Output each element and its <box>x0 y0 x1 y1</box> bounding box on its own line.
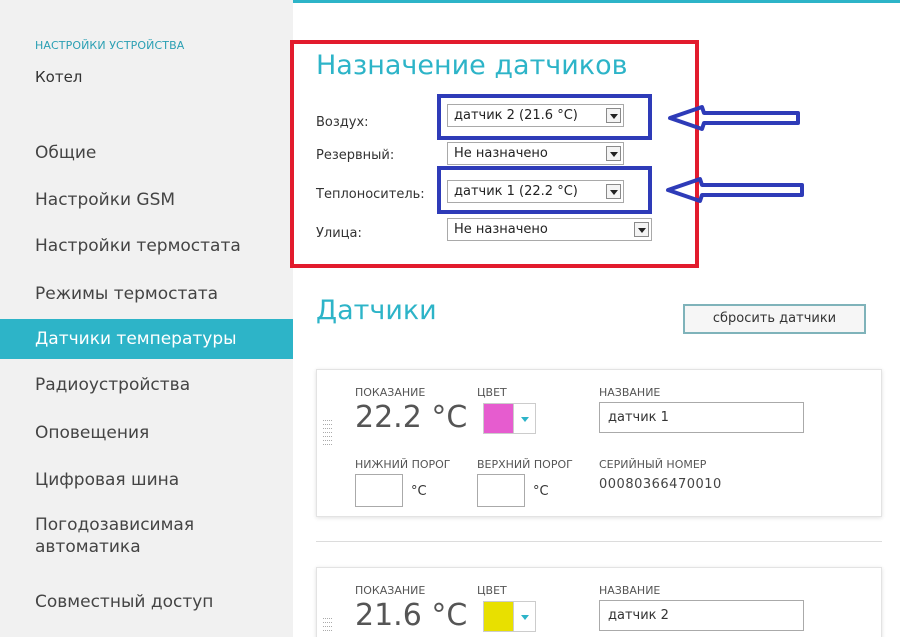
color-label: ЦВЕТ <box>477 584 507 597</box>
street-label: Улица: <box>316 226 362 241</box>
low-threshold-unit: °C <box>411 484 427 499</box>
street-sensor-select[interactable]: Не назначено <box>447 218 652 241</box>
reset-sensors-button[interactable]: сбросить датчики <box>683 304 866 334</box>
chevron-down-icon <box>634 222 649 237</box>
low-threshold-label: НИЖНИЙ ПОРОГ <box>355 458 451 471</box>
sensor-card: ПОКАЗАНИЕ 22.2 °C ЦВЕТ НАЗВАНИЕ датчик 1… <box>316 369 882 517</box>
sidebar-item-digital-bus[interactable]: Цифровая шина <box>0 460 293 500</box>
high-threshold-input[interactable] <box>477 474 525 507</box>
serial-label: СЕРИЙНЫЙ НОМЕР <box>599 458 707 471</box>
color-swatch[interactable] <box>483 403 514 434</box>
street-sensor-value: Не назначено <box>454 222 548 237</box>
color-dropdown[interactable] <box>514 601 536 632</box>
sidebar-item-radio-devices[interactable]: Радиоустройства <box>0 365 293 405</box>
top-accent-line <box>293 0 900 3</box>
sidebar-heading: НАСТРОЙКИ УСТРОЙСТВА <box>35 39 185 52</box>
sensor-reading: 21.6 °C <box>355 598 468 633</box>
sensor-name-input[interactable]: датчик 2 <box>599 600 804 631</box>
sidebar-item-shared-access[interactable]: Совместный доступ <box>0 582 293 622</box>
sidebar: НАСТРОЙКИ УСТРОЙСТВА Котел Общие Настрой… <box>0 0 293 637</box>
drag-handle-icon[interactable] <box>323 420 333 448</box>
sidebar-item-gsm[interactable]: Настройки GSM <box>0 180 293 220</box>
color-label: ЦВЕТ <box>477 386 507 399</box>
coolant-label: Теплоноситель: <box>316 187 425 202</box>
drag-handle-icon[interactable] <box>323 618 333 634</box>
color-dropdown[interactable] <box>514 403 536 434</box>
divider <box>316 541 882 542</box>
device-name: Котел <box>35 68 83 86</box>
air-highlight-box <box>437 94 652 140</box>
sidebar-item-weather-automation[interactable]: Погодозависимая автоматика <box>0 506 293 566</box>
air-label: Воздух: <box>316 115 369 130</box>
sensors-title: Датчики <box>316 295 437 326</box>
reading-label: ПОКАЗАНИЕ <box>355 386 426 399</box>
sidebar-item-general[interactable]: Общие <box>0 133 293 173</box>
high-threshold-label: ВЕРХНИЙ ПОРОГ <box>477 458 573 471</box>
chevron-down-icon <box>606 146 621 161</box>
sensor-reading: 22.2 °C <box>355 400 468 435</box>
name-label: НАЗВАНИЕ <box>599 584 661 597</box>
sensor-card: ПОКАЗАНИЕ 21.6 °C ЦВЕТ НАЗВАНИЕ датчик 2 <box>316 567 882 637</box>
reserve-sensor-select[interactable]: Не назначено <box>447 142 624 165</box>
serial-number: 00080366470010 <box>599 477 722 492</box>
color-swatch[interactable] <box>483 601 514 632</box>
reading-label: ПОКАЗАНИЕ <box>355 584 426 597</box>
sidebar-item-thermostat-settings[interactable]: Настройки термостата <box>0 226 293 266</box>
arrow-left-icon <box>668 105 800 131</box>
sidebar-item-notifications[interactable]: Оповещения <box>0 413 293 453</box>
coolant-highlight-box <box>437 166 652 214</box>
arrow-left-icon <box>666 177 804 203</box>
reserve-sensor-value: Не назначено <box>454 146 548 161</box>
sidebar-item-temperature-sensors[interactable]: Датчики температуры <box>0 319 293 359</box>
sensor-name-input[interactable]: датчик 1 <box>599 402 804 433</box>
name-label: НАЗВАНИЕ <box>599 386 661 399</box>
reserve-label: Резервный: <box>316 148 395 163</box>
sidebar-item-thermostat-modes[interactable]: Режимы термостата <box>0 274 293 314</box>
assignment-title: Назначение датчиков <box>316 50 628 81</box>
high-threshold-unit: °C <box>533 484 549 499</box>
low-threshold-input[interactable] <box>355 474 403 507</box>
